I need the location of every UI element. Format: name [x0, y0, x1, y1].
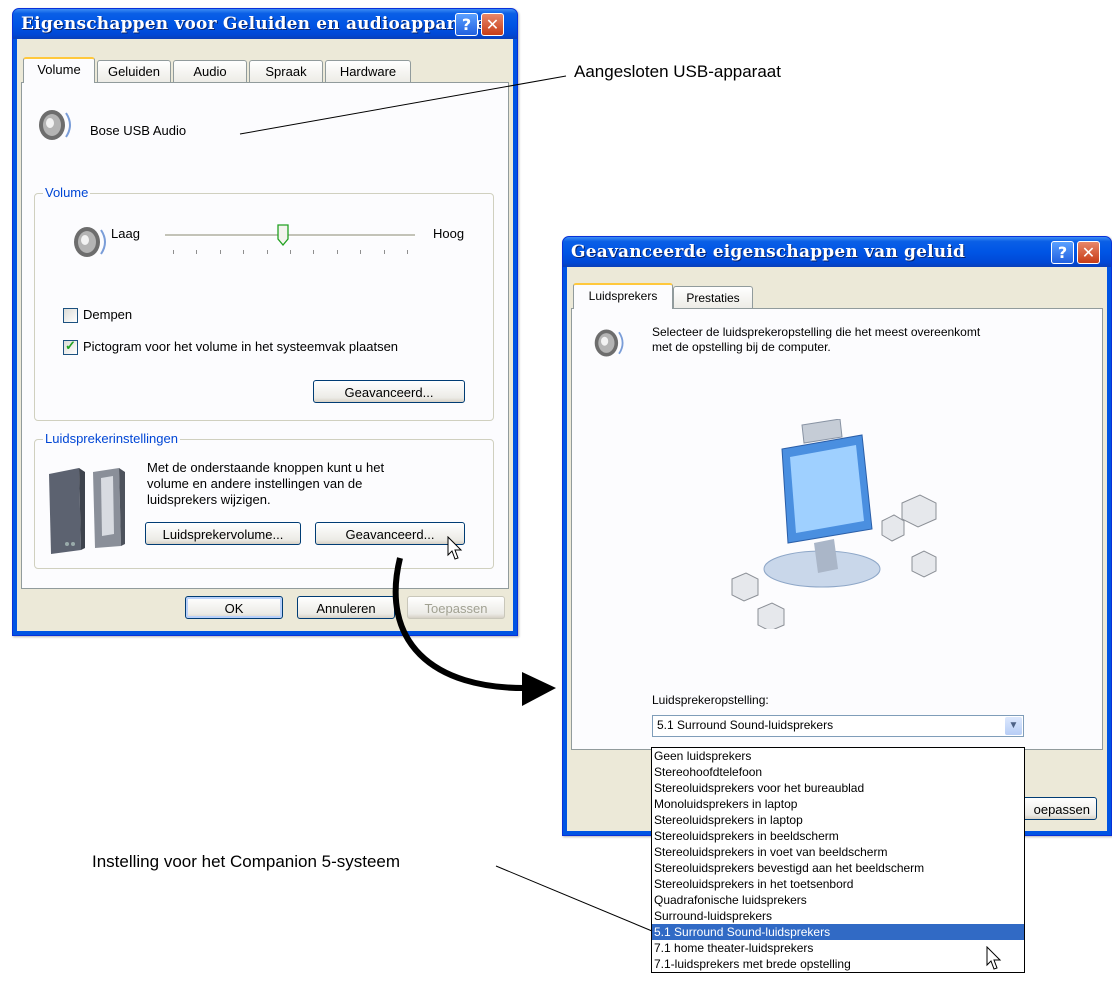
tab-label: Luidsprekers [588, 289, 658, 303]
tab-volume[interactable]: Volume [23, 57, 95, 83]
usb-device-callout: Aangesloten USB-apparaat [574, 62, 781, 81]
companion-setting-callout: Instelling voor het Companion 5-systeem [92, 852, 401, 871]
annotation-lines [239, 75, 653, 932]
tab-speakers[interactable]: Luidsprekers [573, 283, 673, 309]
tab-label: Volume [37, 62, 81, 77]
